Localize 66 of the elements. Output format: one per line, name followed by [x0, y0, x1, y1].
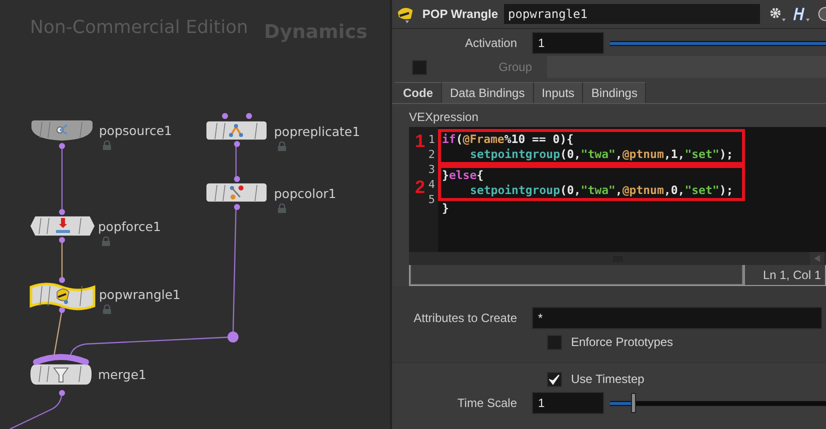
port-dot[interactable]	[59, 237, 65, 243]
port-dot[interactable]	[59, 143, 65, 149]
node[interactable]	[206, 182, 268, 202]
node[interactable]	[30, 216, 96, 236]
check-icon	[549, 374, 560, 384]
port-dot[interactable]	[246, 113, 252, 119]
tab[interactable]: Data Bindings	[442, 82, 534, 103]
line-number: 3	[428, 162, 436, 177]
grip-icon[interactable]	[612, 256, 622, 262]
code-line: setpointgroup(0,"twa",@ptnum,0,"set");	[469, 183, 734, 198]
code-line: }else{	[442, 168, 485, 183]
node-label[interactable]: popreplicate1	[274, 124, 360, 139]
annotation-number: 1	[415, 132, 426, 150]
checkbox[interactable]	[547, 334, 562, 350]
port-dot[interactable]	[222, 113, 228, 119]
help-icon[interactable]	[792, 5, 811, 23]
node-label[interactable]: popforce1	[98, 219, 161, 234]
node[interactable]	[30, 120, 94, 142]
node[interactable]	[206, 120, 268, 140]
line-number: 2	[428, 147, 436, 162]
port-dot[interactable]	[234, 141, 240, 147]
line-number: 5	[428, 192, 436, 207]
tab[interactable]: Code	[395, 82, 442, 103]
wire	[61, 240, 63, 280]
info-icon[interactable]	[816, 5, 826, 23]
editor-label: VEXpression	[409, 110, 480, 126]
node[interactable]	[30, 364, 92, 386]
code-line: setpointgroup(0,"twa",@ptnum,1,"set");	[469, 147, 734, 162]
wire	[61, 146, 63, 212]
node-type-label: POP Wrangle	[422, 7, 498, 21]
scrollbar[interactable]	[409, 252, 826, 265]
annotation-number: 2	[415, 178, 426, 196]
checkbox-label: Enforce Prototypes	[571, 335, 674, 349]
param-label: Time Scale	[456, 396, 518, 410]
node-label[interactable]: merge1	[98, 367, 146, 382]
node-label[interactable]: popcolor1	[274, 186, 336, 201]
code-line: }	[442, 201, 450, 216]
line-number: 4	[428, 177, 436, 192]
caret-left-icon	[814, 255, 820, 262]
checkbox-label: Use Timestep	[571, 372, 644, 386]
gear-icon[interactable]	[768, 5, 786, 23]
tab[interactable]: Inputs	[534, 82, 584, 103]
port-dot[interactable]	[59, 390, 65, 396]
code-line: if(@Frame%10 == 0){	[442, 132, 575, 147]
port-dot[interactable]	[234, 204, 240, 210]
node-label[interactable]: popsource1	[99, 123, 172, 138]
number-field[interactable]: 1	[532, 392, 604, 414]
merge-input-bar[interactable]	[33, 354, 89, 365]
wire	[235, 144, 237, 178]
param-label: Activation	[464, 36, 518, 50]
param-label: Attributes to Create	[412, 311, 518, 325]
port-dot[interactable]	[234, 176, 240, 182]
slider-handle[interactable]	[631, 393, 636, 413]
line-number: 1	[428, 132, 436, 147]
number-field[interactable]: 1	[532, 32, 604, 54]
param-label: Group	[498, 60, 532, 74]
checkbox[interactable]	[547, 372, 562, 386]
port-dot[interactable]	[59, 209, 65, 215]
port-dot[interactable]	[228, 332, 238, 342]
port-dot[interactable]	[59, 277, 65, 283]
slider[interactable]	[610, 393, 826, 413]
node-name-field[interactable]: popwrangle1	[504, 4, 760, 24]
node-label[interactable]: popwrangle1	[99, 287, 181, 302]
tab[interactable]: Bindings	[583, 82, 646, 103]
port-dot[interactable]	[59, 307, 65, 313]
text-field[interactable]: *	[532, 307, 822, 329]
